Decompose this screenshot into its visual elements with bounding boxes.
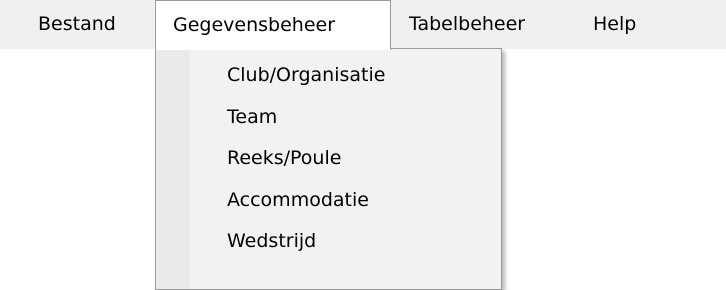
menu-bestand[interactable]: Bestand [38, 0, 116, 48]
dropdown-item-accommodatie[interactable]: Accommodatie [227, 180, 369, 220]
dropdown-item-wedstrijd[interactable]: Wedstrijd [227, 221, 316, 261]
menu-help[interactable]: Help [593, 0, 636, 48]
dropdown-item-team[interactable]: Team [227, 97, 277, 137]
menu-bar: Bestand Gegevensbeheer Tabelbeheer Help [0, 0, 726, 50]
dropdown-item-reeks-poule[interactable]: Reeks/Poule [227, 138, 341, 178]
gegevensbeheer-dropdown: Club/Organisatie Team Reeks/Poule Accomm… [155, 48, 502, 290]
dropdown-icon-gutter [156, 49, 190, 289]
dropdown-item-club-organisatie[interactable]: Club/Organisatie [227, 55, 385, 95]
menu-gegevensbeheer[interactable]: Gegevensbeheer [155, 0, 391, 50]
menu-tabelbeheer[interactable]: Tabelbeheer [409, 0, 525, 48]
